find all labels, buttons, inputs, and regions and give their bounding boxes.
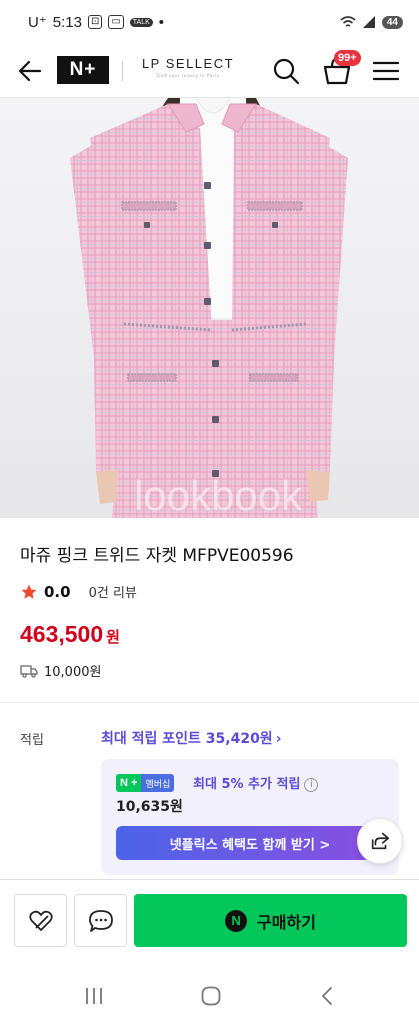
nav-back-icon	[322, 987, 332, 1005]
share-icon	[371, 832, 390, 850]
truck-icon	[20, 664, 38, 678]
hamburger-menu-icon	[372, 61, 400, 81]
status-right: 44	[340, 15, 403, 29]
product-photo: lookbook	[0, 98, 419, 518]
naver-n-icon: N	[225, 909, 248, 932]
section-divider	[0, 702, 419, 703]
max-points-link[interactable]: 최대 적립 포인트 35,420원 ›	[101, 728, 281, 748]
search-icon	[273, 58, 300, 85]
chat-bubble-icon	[88, 909, 113, 932]
recent-apps-button[interactable]	[82, 984, 106, 1008]
talk-icon: TALK	[129, 17, 153, 27]
wishlist-button[interactable]	[14, 894, 67, 947]
screen-record-icon: ⊡	[87, 15, 103, 29]
buy-button[interactable]: N 구매하기	[134, 894, 407, 947]
status-bar: U⁺ 5:13 ⊡ ▭ TALK • 44	[0, 0, 419, 44]
review-count[interactable]: 0건 리뷰	[89, 582, 137, 601]
brand-tagline: Find your luxury in Paris	[156, 73, 220, 78]
home-icon	[201, 986, 221, 1006]
back-button[interactable]	[14, 55, 46, 87]
rating-score: 0.0	[44, 582, 71, 601]
status-time: 5:13	[52, 13, 82, 31]
android-nav-bar	[0, 964, 419, 1024]
chat-button[interactable]	[74, 894, 127, 947]
info-icon[interactable]: i	[304, 777, 319, 792]
netflix-benefit-button[interactable]: 넷플릭스 혜택도 함께 받기 >	[116, 826, 384, 860]
np-point-amount: 10,635원	[116, 799, 183, 815]
shipping-info: 10,000원	[20, 661, 101, 680]
app-header: N+ LP SELLECT Find your luxury in Paris …	[0, 44, 419, 98]
rating-row[interactable]: 0.0 0건 리뷰	[20, 582, 137, 601]
naver-plus-benefit-box: N + 멤버십 최대 5% 추가 적립 i 10,635원 넷플릭스 혜택도 함께…	[101, 759, 399, 875]
product-title: 마쥬 핑크 트위드 자켓 MFPVE00596	[20, 546, 294, 566]
points-label: 적립	[20, 733, 44, 748]
wifi-icon	[340, 16, 356, 27]
battery-indicator: 44	[381, 15, 403, 29]
price: 463,500 원	[20, 621, 120, 648]
max-points-text: 최대 적립 포인트 35,420원	[101, 731, 273, 747]
heart-icon	[28, 910, 53, 931]
brand-logo[interactable]: LP SELLECT Find your luxury in Paris	[138, 56, 238, 78]
search-button[interactable]	[270, 55, 302, 87]
cart-count-badge: 99+	[334, 50, 361, 66]
shipping-fee: 10,000원	[44, 665, 102, 680]
np-badge-membership: 멤버십	[141, 774, 175, 792]
chevron-right-icon: ›	[275, 731, 282, 747]
star-icon	[21, 584, 37, 599]
carrier-label: U⁺	[28, 14, 47, 31]
recent-apps-icon	[86, 988, 102, 1004]
status-left: U⁺ 5:13 ⊡ ▭ TALK •	[28, 13, 165, 32]
brand-name: LP SELLECT	[141, 56, 235, 71]
bottom-action-bar: N 구매하기	[0, 879, 419, 964]
np-max-rate: 최대 5% 추가 적립 i	[193, 773, 319, 792]
logo-divider	[122, 61, 123, 81]
naver-plus-membership-badge: N + 멤버십	[116, 774, 175, 792]
buy-label: 구매하기	[257, 912, 316, 932]
nav-back-button[interactable]	[316, 984, 340, 1008]
menu-button[interactable]	[370, 55, 402, 87]
notification-dot-icon: •	[158, 13, 165, 31]
image-watermark: lookbook	[134, 472, 303, 518]
back-arrow-icon	[18, 60, 42, 82]
home-button[interactable]	[199, 984, 223, 1008]
gallery-icon: ▭	[108, 15, 124, 29]
price-value: 463,500	[20, 621, 104, 647]
np-badge-logo: N +	[116, 774, 142, 792]
share-button[interactable]	[357, 818, 403, 864]
naver-plus-logo[interactable]: N+	[57, 56, 109, 84]
product-image[interactable]: lookbook	[0, 98, 419, 518]
price-unit: 원	[106, 628, 120, 646]
np-max-rate-text: 최대 5% 추가 적립	[193, 777, 301, 792]
signal-icon	[362, 16, 375, 28]
